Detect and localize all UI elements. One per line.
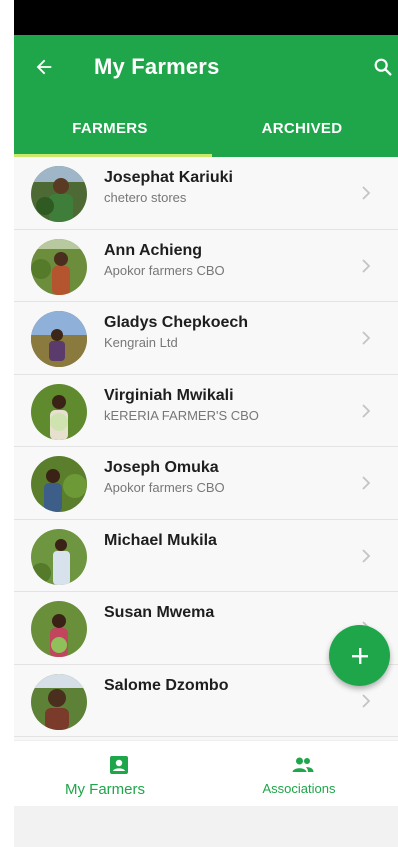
farmer-row[interactable]: Michael Mukila <box>14 519 398 592</box>
back-button[interactable] <box>28 51 60 83</box>
tab-bar: FARMERS ARCHIVED <box>14 99 398 157</box>
farmer-organization: kERERIA FARMER'S CBO <box>104 407 259 423</box>
farmer-avatar <box>31 673 87 730</box>
tab-farmers[interactable]: FARMERS <box>14 99 206 157</box>
plus-icon <box>351 647 368 664</box>
chevron-right-icon <box>362 403 371 418</box>
farmer-avatar <box>31 166 87 222</box>
account-box-icon <box>110 756 128 774</box>
nav-label: Associations <box>262 781 336 796</box>
app-screen: My Farmers FARMERS ARCHIVED Josephat Kar… <box>14 35 398 847</box>
farmer-organization: Kengrain Ltd <box>104 335 178 350</box>
farmer-name: Virginiah Mwikali <box>104 386 234 404</box>
search-button[interactable] <box>368 52 398 82</box>
nav-associations[interactable]: Associations <box>206 741 398 807</box>
farmer-avatar <box>31 528 87 585</box>
farmer-name: Susan Mwema <box>104 604 215 621</box>
farmer-organization: Apokor farmers CBO <box>104 480 225 495</box>
farmer-name: Joseph Omuka <box>104 459 219 476</box>
nav-label: My Farmers <box>65 781 145 798</box>
farmer-row[interactable]: Ann Achieng Apokor farmers CBO <box>14 229 398 302</box>
add-farmer-button[interactable] <box>329 625 390 686</box>
search-icon <box>374 58 392 76</box>
farmer-name: Gladys Chepkoech <box>104 314 249 331</box>
farmer-avatar <box>31 238 87 295</box>
status-bar <box>14 0 398 35</box>
farmer-name: Josephat Kariuki <box>104 169 233 186</box>
screen-edge <box>0 0 14 847</box>
farmer-organization: chetero stores <box>104 190 187 205</box>
farmer-name: Salome Dzombo <box>104 676 229 694</box>
people-icon <box>292 757 314 772</box>
chevron-right-icon <box>362 331 371 345</box>
farmer-avatar <box>31 311 87 367</box>
farmer-row[interactable]: Gladys Chepkoech Kengrain Ltd <box>14 302 398 375</box>
farmer-name: Michael Mukila <box>104 531 217 549</box>
chevron-right-icon <box>362 258 371 273</box>
app-bar: My Farmers <box>14 35 398 99</box>
farmer-avatar <box>31 383 87 440</box>
farmer-row[interactable]: Joseph Omuka Apokor farmers CBO <box>14 447 398 520</box>
arrow-left-icon <box>36 59 52 75</box>
farmer-avatar <box>31 456 87 512</box>
tab-archived[interactable]: ARCHIVED <box>206 99 398 157</box>
system-nav-area <box>14 806 398 847</box>
bottom-navigation: My Farmers Associations <box>14 740 398 806</box>
farmer-name: Ann Achieng <box>104 241 203 259</box>
chevron-right-icon <box>362 548 371 563</box>
chevron-right-icon <box>362 693 371 708</box>
page-title: My Farmers <box>94 54 220 79</box>
chevron-right-icon <box>362 186 371 200</box>
chevron-right-icon <box>362 476 371 490</box>
nav-my-farmers[interactable]: My Farmers <box>14 741 206 807</box>
farmer-organization: Apokor farmers CBO <box>104 262 225 278</box>
farmer-row[interactable]: Josephat Kariuki chetero stores <box>14 157 398 230</box>
farmer-row[interactable]: Virginiah Mwikali kERERIA FARMER'S CBO <box>14 374 398 447</box>
farmer-avatar <box>31 601 87 657</box>
